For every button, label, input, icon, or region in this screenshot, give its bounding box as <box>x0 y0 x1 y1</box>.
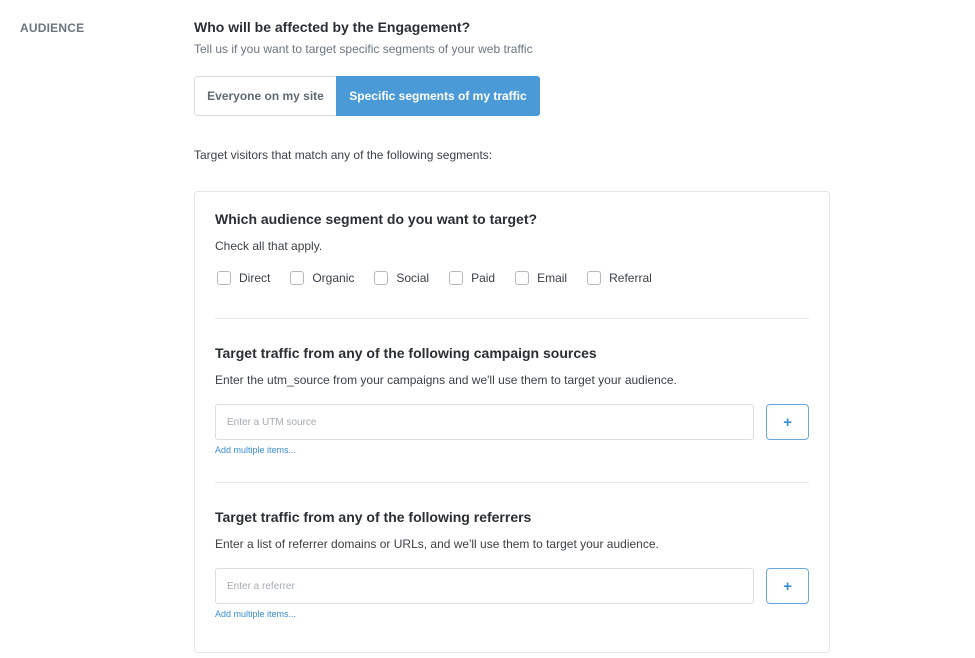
segments-card: Which audience segment do you want to ta… <box>194 191 830 653</box>
plus-icon: + <box>783 577 792 595</box>
referrer-input[interactable] <box>215 568 755 604</box>
checkbox-label: Organic <box>312 271 355 285</box>
checkbox-social[interactable]: Social <box>374 271 429 285</box>
checkbox-email[interactable]: Email <box>515 271 567 285</box>
checkbox-paid[interactable]: Paid <box>449 271 495 285</box>
segments-title: Which audience segment do you want to ta… <box>215 211 538 227</box>
checkbox-box[interactable] <box>217 271 231 285</box>
segment-checkbox-group: Direct Organic Social Paid Email Referra… <box>215 270 809 286</box>
referrers-title: Target traffic from any of the following… <box>215 509 532 525</box>
checkbox-box[interactable] <box>515 271 530 285</box>
divider <box>215 318 809 319</box>
checkbox-organic[interactable]: Organic <box>290 271 354 285</box>
checkbox-label: Direct <box>239 271 271 285</box>
add-utm-source-button[interactable]: + <box>766 404 809 440</box>
utm-source-input[interactable] <box>215 404 755 440</box>
campaign-sources-title: Target traffic from any of the following… <box>215 345 597 361</box>
checkbox-label: Referral <box>609 271 652 285</box>
checkbox-label: Social <box>396 271 430 285</box>
checkbox-label: Email <box>537 271 568 285</box>
referrers-subtitle: Enter a list of referrer domains or URLs… <box>215 537 659 551</box>
checkbox-box[interactable] <box>449 271 464 285</box>
specific-segments-option-button[interactable]: Specific segments of my traffic <box>336 76 540 116</box>
audience-section: Who will be affected by the Engagement? … <box>194 18 830 653</box>
everyone-option-button[interactable]: Everyone on my site <box>194 76 336 116</box>
audience-toggle: Everyone on my site Specific segments of… <box>194 76 830 116</box>
checkbox-referral[interactable]: Referral <box>587 271 652 285</box>
checkbox-label: Paid <box>471 271 496 285</box>
referrers-input-row: + <box>215 568 809 604</box>
campaign-sources-subtitle: Enter the utm_source from your campaigns… <box>215 373 677 387</box>
campaign-sources-input-row: + <box>215 404 809 440</box>
checkbox-box[interactable] <box>587 271 602 285</box>
plus-icon: + <box>783 413 792 431</box>
page-subtitle: Tell us if you want to target specific s… <box>194 42 533 56</box>
section-label-audience: AUDIENCE <box>20 21 85 35</box>
add-referrer-button[interactable]: + <box>766 568 809 604</box>
divider <box>215 482 809 483</box>
checkbox-direct[interactable]: Direct <box>217 271 270 285</box>
segments-subtitle: Check all that apply. <box>215 239 323 253</box>
add-multiple-referrers-link[interactable]: Add multiple items... <box>215 609 809 619</box>
page-title: Who will be affected by the Engagement? <box>194 19 471 35</box>
checkbox-box[interactable] <box>374 271 389 285</box>
add-multiple-utm-sources-link[interactable]: Add multiple items... <box>215 445 809 455</box>
match-description: Target visitors that match any of the fo… <box>194 148 493 162</box>
checkbox-box[interactable] <box>290 271 305 285</box>
